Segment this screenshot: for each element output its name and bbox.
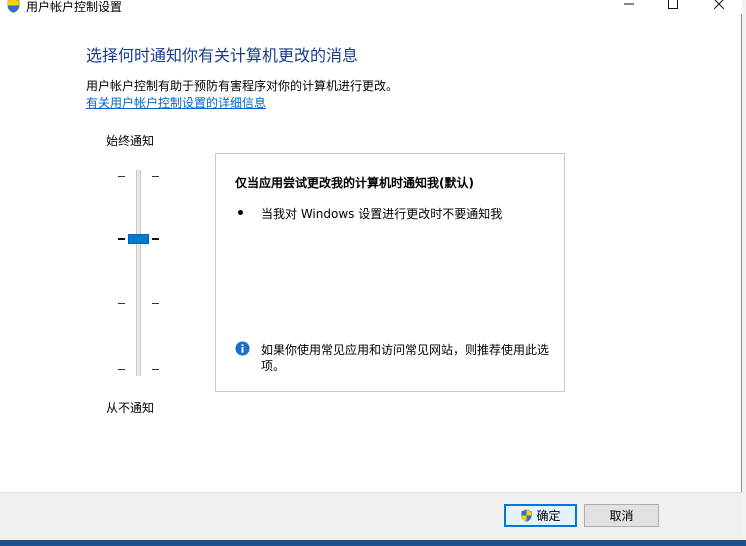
slider-bottom-label: 从不通知 — [106, 401, 155, 415]
page-heading: 选择何时通知你有关计算机更改的消息 — [86, 46, 359, 65]
slider-top-label: 始终通知 — [106, 134, 155, 148]
cancel-button[interactable]: 取消 — [584, 504, 659, 527]
level-description-panel: 仅当应用尝试更改我的计算机时通知我(默认) 当我对 Windows 设置进行更改… — [215, 153, 565, 392]
slider-tick — [152, 176, 159, 177]
notification-level-slider-thumb[interactable] — [128, 234, 149, 244]
ok-button[interactable]: 确定 — [504, 504, 577, 527]
info-icon — [235, 341, 250, 356]
uac-shield-icon — [521, 509, 533, 522]
panel-title: 仅当应用尝试更改我的计算机时通知我(默认) — [235, 176, 474, 190]
slider-tick — [118, 238, 125, 240]
slider-tick — [152, 238, 159, 240]
uac-settings-window: 用户帐户控制设置 选择何时通知你有关计算机更改的消息 用户帐户控制有助于预防有害… — [0, 0, 742, 546]
panel-bullet-text: 当我对 Windows 设置进行更改时不要通知我 — [261, 207, 503, 221]
title-bar[interactable]: 用户帐户控制设置 — [0, 0, 742, 14]
minimize-button[interactable] — [606, 0, 652, 14]
maximize-button[interactable] — [650, 0, 696, 14]
page-description: 用户帐户控制有助于预防有害程序对你的计算机进行更改。 — [86, 79, 399, 93]
slider-tick — [152, 369, 159, 370]
maximize-icon — [668, 0, 678, 9]
bullet-icon — [238, 210, 243, 215]
dialog-footer: 确定 取消 — [0, 492, 742, 546]
slider-tick — [152, 303, 159, 304]
uac-shield-icon — [7, 0, 20, 13]
notification-level-slider-track[interactable] — [136, 170, 141, 376]
panel-info-text: 如果你使用常见应用和访问常见网站，则推荐使用此选项。 — [261, 343, 550, 373]
cancel-button-label: 取消 — [609, 509, 634, 523]
taskbar-strip — [0, 540, 746, 546]
close-icon — [714, 0, 724, 9]
slider-tick — [118, 303, 125, 304]
slider-tick — [118, 369, 125, 370]
background-strip — [742, 0, 746, 546]
slider-tick — [118, 176, 125, 177]
minimize-icon — [624, 3, 634, 5]
close-button[interactable] — [696, 0, 742, 14]
window-title: 用户帐户控制设置 — [26, 0, 123, 14]
ok-button-label: 确定 — [536, 509, 561, 523]
uac-details-link[interactable]: 有关用户帐户控制设置的详细信息 — [86, 94, 266, 111]
